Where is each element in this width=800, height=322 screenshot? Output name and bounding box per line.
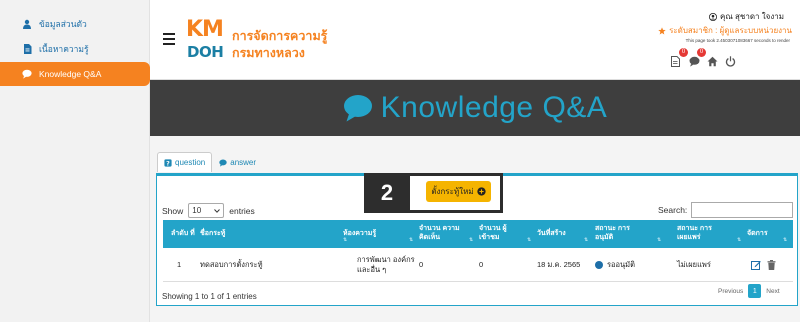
user-role: ระดับสมาชิก : ผู้ดูแลระบบหน่วยงาน xyxy=(658,24,792,37)
cell-publish: ไม่เผยแพร่ xyxy=(677,259,711,269)
document-badge: 0 xyxy=(679,48,688,57)
tab-answer[interactable]: answer xyxy=(212,152,264,172)
user-name: คุณ สุชาดา ใจงาม xyxy=(720,12,784,21)
cell-manage xyxy=(751,248,776,282)
svg-text:?: ? xyxy=(166,159,170,167)
new-topic-label: ตั้งกระทู้ใหม่ xyxy=(431,187,474,196)
brand-subtitle: กรมทางหลวง xyxy=(232,46,305,60)
tab-label: answer xyxy=(230,158,257,167)
trash-icon[interactable] xyxy=(767,260,776,270)
sort-icon: ⇅ xyxy=(657,237,662,243)
home-icon[interactable] xyxy=(707,54,718,67)
user-info: คุณ สุชาดา ใจงาม xyxy=(709,10,784,23)
page-size-select[interactable]: 10 xyxy=(188,203,225,218)
hamburger-menu-icon[interactable] xyxy=(163,33,175,45)
top-header: KM DOH การจัดการความรู้ กรมทางหลวง คุณ ส… xyxy=(150,0,800,80)
sort-icon: ⇅ xyxy=(783,237,788,243)
cell-created: 18 ม.ค. 2565 xyxy=(537,259,581,269)
cell-title[interactable]: ทดสอบการตั้งกระทู้ xyxy=(200,248,320,282)
sort-icon: ⇅ xyxy=(409,237,414,243)
sidebar-item-knowledge-content[interactable]: เนื้อหาความรู้ xyxy=(0,37,150,61)
table-header: ลำดับ ที่ ชื่อกระทู้ ห้องความรู้ จำนวน ค… xyxy=(163,220,793,248)
chat-bubble-icon xyxy=(343,95,372,122)
sidebar-item-profile[interactable]: ข้อมูลส่วนตัว xyxy=(0,12,150,36)
th-no[interactable]: ลำดับ ที่ xyxy=(171,220,197,248)
cell-approval: รออนุมัติ xyxy=(595,248,665,282)
search-input[interactable] xyxy=(691,202,794,218)
role-text: ระดับสมาชิก : ผู้ดูแลระบบหน่วยงาน xyxy=(669,26,792,35)
step-number-marker: 2 xyxy=(364,173,410,213)
page-1-button[interactable]: 1 xyxy=(748,284,762,298)
page-size-value: 10 xyxy=(192,206,202,215)
header-toolbar: 0 0 xyxy=(671,48,736,67)
page-title: Knowledge Q&A xyxy=(380,91,608,124)
sort-icon: ⇅ xyxy=(737,237,742,243)
th-views[interactable]: จำนวน ผู้เข้าชม xyxy=(479,220,517,248)
cell-views: 0 xyxy=(479,259,484,269)
chat-bubble-icon xyxy=(22,69,32,79)
sidebar-item-knowledge-qa[interactable]: Knowledge Q&A xyxy=(0,62,150,86)
user-icon xyxy=(22,19,32,29)
cell-room: การพัฒนา องค์กรและอื่น ๆ xyxy=(357,254,415,274)
status-dot-icon xyxy=(595,261,603,269)
new-topic-button[interactable]: ตั้งกระทู้ใหม่ xyxy=(426,181,491,202)
tab-label: question xyxy=(175,158,206,167)
sort-icon: ⇅ xyxy=(584,237,589,243)
logo-km-text: KM xyxy=(186,17,224,42)
document-notification-icon[interactable]: 0 xyxy=(671,48,688,67)
sidebar: ข้อมูลส่วนตัว เนื้อหาความรู้ Knowledge Q… xyxy=(0,0,150,322)
cell-no: 1 xyxy=(177,259,182,269)
th-title[interactable]: ชื่อกระทู้ xyxy=(200,220,310,248)
main-content: ? question answer 2 ตั้งกระทู้ใหม่ Show … xyxy=(150,136,800,322)
star-icon xyxy=(658,26,666,35)
question-icon: ? xyxy=(164,158,172,167)
sidebar-item-label: Knowledge Q&A xyxy=(39,69,102,79)
km-doh-logo[interactable]: KM DOH xyxy=(186,17,226,65)
power-logout-icon[interactable] xyxy=(725,54,736,67)
page-size-control: Show 10 entries xyxy=(162,203,255,218)
next-page-button[interactable]: Next xyxy=(766,288,779,295)
table-row: 1 ทดสอบการตั้งกระทู้ การพัฒนา องค์กรและอ… xyxy=(163,248,793,282)
plus-circle-icon xyxy=(476,187,486,196)
search-label: Search: xyxy=(658,205,688,215)
edit-icon[interactable] xyxy=(751,260,761,270)
previous-page-button[interactable]: Previous xyxy=(718,288,743,295)
logo-doh-text: DOH xyxy=(187,43,224,61)
th-comments[interactable]: จำนวน ความคิดเห็น xyxy=(419,220,463,248)
pagination: Previous 1 Next xyxy=(718,284,780,298)
sidebar-item-label: เนื้อหาความรู้ xyxy=(39,44,89,54)
page-banner: Knowledge Q&A xyxy=(150,80,800,136)
approval-status: รออนุมัติ xyxy=(607,259,635,269)
th-approval[interactable]: สถานะ การอนุมัติ xyxy=(595,220,635,248)
th-room[interactable]: ห้องความรู้ xyxy=(343,220,403,248)
table-search: Search: xyxy=(658,202,794,218)
sort-icon: ⇅ xyxy=(527,237,532,243)
show-label: Show xyxy=(162,205,184,216)
render-time-text: This page took 2.4503071083667 seconds t… xyxy=(685,38,790,43)
chevron-down-icon xyxy=(214,208,221,213)
th-created[interactable]: วันที่สร้าง xyxy=(537,220,589,248)
qa-tabs: ? question answer xyxy=(157,152,264,172)
th-manage[interactable]: จัดการ xyxy=(747,220,777,248)
chat-bubble-icon xyxy=(219,159,227,167)
sidebar-item-label: ข้อมูลส่วนตัว xyxy=(39,19,87,29)
cell-comments: 0 xyxy=(419,259,424,269)
chat-badge: 0 xyxy=(697,48,706,57)
sort-icon: ⇅ xyxy=(469,237,474,243)
sort-icon: ⇅ xyxy=(343,237,348,243)
th-publish[interactable]: สถานะ การเผยแพร่ xyxy=(677,220,719,248)
entries-label: entries xyxy=(229,205,255,216)
document-icon xyxy=(22,44,32,54)
chat-notification-icon[interactable]: 0 xyxy=(689,48,706,67)
user-circle-icon xyxy=(709,12,718,21)
table-info: Showing 1 to 1 of 1 entries xyxy=(162,292,257,301)
tab-question[interactable]: ? question xyxy=(157,152,213,172)
